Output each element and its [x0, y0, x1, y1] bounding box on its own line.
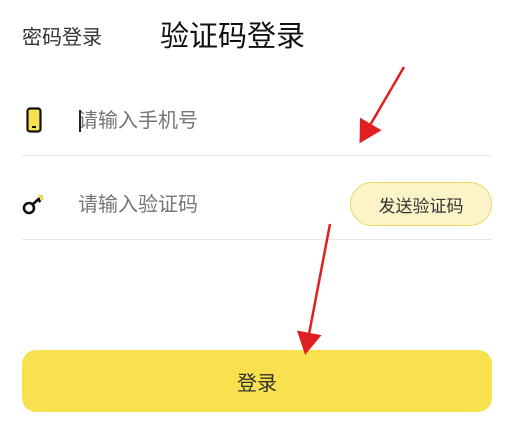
- divider: [22, 155, 492, 156]
- text-caret: [79, 110, 81, 132]
- login-button[interactable]: 登录: [22, 350, 492, 412]
- phone-input[interactable]: [78, 102, 338, 138]
- code-row: 发送验证码: [22, 182, 492, 226]
- divider: [22, 239, 492, 240]
- code-input[interactable]: [78, 186, 328, 222]
- key-icon: [22, 194, 45, 215]
- phone-icon: [26, 107, 42, 133]
- login-page: 密码登录 验证码登录 发送验证码 登录: [0, 0, 511, 429]
- arrow-to-login-button: [296, 223, 332, 355]
- tab-password-login[interactable]: 密码登录: [22, 23, 102, 51]
- phone-row: [22, 98, 492, 142]
- send-code-button[interactable]: 发送验证码: [350, 182, 492, 226]
- tab-code-login[interactable]: 验证码登录: [160, 16, 305, 56]
